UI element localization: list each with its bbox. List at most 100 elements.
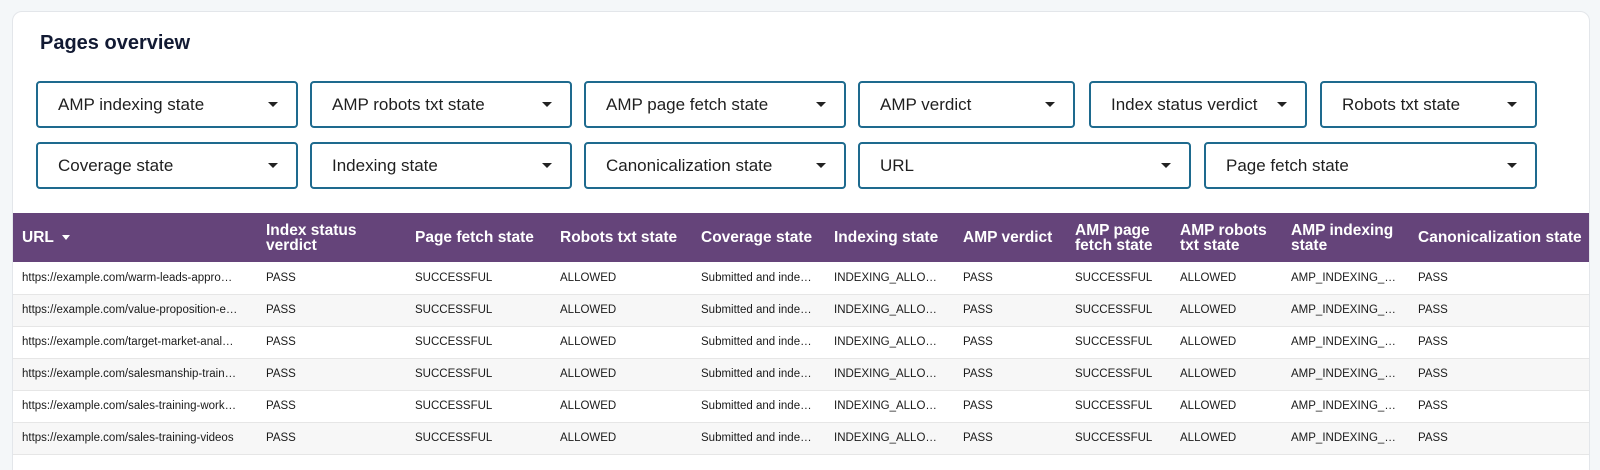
cell-index-status-verdict: PASS <box>257 422 406 455</box>
cell-page-fetch-state: SUCCESSFUL <box>406 326 551 359</box>
filter-indexing-state[interactable]: Indexing state <box>310 142 572 189</box>
table-row[interactable]: https://example.com/sales-training-video… <box>13 422 1589 455</box>
column-header-amp-robots-txt-state[interactable]: AMP robots txt state <box>1171 213 1282 262</box>
table-row[interactable]: https://example.com/sales-training-work…… <box>13 390 1589 423</box>
cell-amp-robots-txt-state: ALLOWED <box>1171 422 1282 455</box>
filter-page-fetch-state[interactable]: Page fetch state <box>1204 142 1537 189</box>
cell-url[interactable]: https://example.com/salesmanship-train… <box>13 358 257 391</box>
filter-label: Coverage state <box>58 155 174 175</box>
cell-amp-robots-txt-state: ALLOWED <box>1171 326 1282 359</box>
column-header-amp-page-fetch-state[interactable]: AMP page fetch state <box>1066 213 1171 262</box>
column-header-label: URL <box>22 229 54 246</box>
cell-amp-robots-txt-state: ALLOWED <box>1171 390 1282 423</box>
chevron-down-icon <box>1045 102 1055 107</box>
page-title: Pages overview <box>40 32 191 54</box>
filter-label: Robots txt state <box>1342 94 1461 114</box>
filter-label: Canonicalization state <box>606 155 773 175</box>
cell-canonicalization-state: PASS <box>1409 262 1589 295</box>
cell-indexing-state: INDEXING_ALLOW… <box>825 294 954 327</box>
chevron-down-icon <box>542 102 552 107</box>
cell-robots-txt-state: ALLOWED <box>551 294 692 327</box>
filter-canonicalization-state[interactable]: Canonicalization state <box>584 142 846 189</box>
column-header-indexing-state[interactable]: Indexing state <box>825 213 954 262</box>
column-header-robots-txt-state[interactable]: Robots txt state <box>551 213 692 262</box>
cell-indexing-state: INDEXING_ALLOW… <box>825 262 954 295</box>
cell-page-fetch-state: SUCCESSFUL <box>406 294 551 327</box>
cell-amp-robots-txt-state: ALLOWED <box>1171 262 1282 295</box>
filter-label: AMP page fetch state <box>606 94 769 114</box>
filter-amp-indexing-state[interactable]: AMP indexing state <box>36 81 298 128</box>
column-header-index-status-verdict[interactable]: Index status verdict <box>257 213 406 262</box>
column-header-page-fetch-state[interactable]: Page fetch state <box>406 213 551 262</box>
cell-index-status-verdict: PASS <box>257 390 406 423</box>
filter-amp-robots-txt-state[interactable]: AMP robots txt state <box>310 81 572 128</box>
cell-canonicalization-state: PASS <box>1409 390 1589 423</box>
cell-url[interactable]: https://example.com/warm-leads-appro… <box>13 262 257 295</box>
cell-page-fetch-state: SUCCESSFUL <box>406 390 551 423</box>
cell-amp-verdict: PASS <box>954 326 1066 359</box>
chevron-down-icon <box>816 163 826 168</box>
cell-coverage-state: Submitted and inde… <box>692 326 825 359</box>
filter-amp-verdict[interactable]: AMP verdict <box>858 81 1075 128</box>
cell-page-fetch-state: SUCCESSFUL <box>406 422 551 455</box>
table-row[interactable]: https://example.com/salesmanship-train… P… <box>13 358 1589 391</box>
cell-robots-txt-state: ALLOWED <box>551 262 692 295</box>
cell-coverage-state: Submitted and inde… <box>692 358 825 391</box>
cell-amp-indexing-state: AMP_INDEXING_A… <box>1282 262 1409 295</box>
chevron-down-icon <box>1507 102 1517 107</box>
cell-amp-page-fetch-state: SUCCESSFUL <box>1066 422 1171 455</box>
cell-robots-txt-state: ALLOWED <box>551 358 692 391</box>
cell-indexing-state: INDEXING_ALLOW… <box>825 390 954 423</box>
chevron-down-icon <box>1507 163 1517 168</box>
column-header-amp-verdict[interactable]: AMP verdict <box>954 213 1066 262</box>
table-row[interactable]: https://example.com/warm-leads-appro… PAS… <box>13 262 1589 295</box>
chevron-down-icon <box>542 163 552 168</box>
cell-url[interactable]: https://example.com/value-proposition-e… <box>13 294 257 327</box>
chevron-down-icon <box>1277 102 1287 107</box>
column-header-url[interactable]: URL <box>13 213 257 262</box>
filter-label: AMP verdict <box>880 94 972 114</box>
column-header-amp-indexing-state[interactable]: AMP indexing state <box>1282 213 1409 262</box>
column-header-coverage-state[interactable]: Coverage state <box>692 213 825 262</box>
sort-descending-icon[interactable] <box>61 235 70 241</box>
filter-url[interactable]: URL <box>858 142 1191 189</box>
table-header-row: URL Index status verdict Page fetch stat… <box>13 213 1589 262</box>
cell-amp-page-fetch-state: SUCCESSFUL <box>1066 390 1171 423</box>
cell-index-status-verdict: PASS <box>257 326 406 359</box>
filter-label: URL <box>880 155 915 175</box>
pages-overview-card: Pages overview AMP indexing state AMP ro… <box>12 11 1590 470</box>
cell-amp-indexing-state: AMP_INDEXING_A… <box>1282 358 1409 391</box>
table-row[interactable]: https://example.com/target-market-anal… P… <box>13 326 1589 359</box>
table-row[interactable]: https://example.com/value-proposition-e…… <box>13 294 1589 327</box>
cell-robots-txt-state: ALLOWED <box>551 390 692 423</box>
cell-canonicalization-state: PASS <box>1409 358 1589 391</box>
cell-canonicalization-state: PASS <box>1409 294 1589 327</box>
filter-label: Indexing state <box>332 155 438 175</box>
chevron-down-icon <box>268 163 278 168</box>
cell-canonicalization-state: PASS <box>1409 422 1589 455</box>
filter-label: AMP robots txt state <box>332 94 485 114</box>
cell-amp-verdict: PASS <box>954 422 1066 455</box>
column-header-canonicalization-state[interactable]: Canonicalization state <box>1409 213 1589 262</box>
cell-robots-txt-state: ALLOWED <box>551 422 692 455</box>
cell-robots-txt-state: ALLOWED <box>551 326 692 359</box>
cell-index-status-verdict: PASS <box>257 294 406 327</box>
filter-robots-txt-state[interactable]: Robots txt state <box>1320 81 1537 128</box>
cell-indexing-state: INDEXING_ALLOW… <box>825 422 954 455</box>
cell-index-status-verdict: PASS <box>257 358 406 391</box>
cell-amp-verdict: PASS <box>954 262 1066 295</box>
cell-amp-verdict: PASS <box>954 390 1066 423</box>
filter-index-status-verdict[interactable]: Index status verdict <box>1089 81 1307 128</box>
cell-url[interactable]: https://example.com/sales-training-work… <box>13 390 257 423</box>
cell-url[interactable]: https://example.com/target-market-anal… <box>13 326 257 359</box>
filter-amp-page-fetch-state[interactable]: AMP page fetch state <box>584 81 846 128</box>
cell-index-status-verdict: PASS <box>257 262 406 295</box>
cell-url[interactable]: https://example.com/sales-training-video… <box>13 422 257 455</box>
cell-amp-verdict: PASS <box>954 358 1066 391</box>
cell-amp-robots-txt-state: ALLOWED <box>1171 358 1282 391</box>
cell-amp-page-fetch-state: SUCCESSFUL <box>1066 294 1171 327</box>
filter-coverage-state[interactable]: Coverage state <box>36 142 298 189</box>
pages-table: URL Index status verdict Page fetch stat… <box>13 213 1589 455</box>
chevron-down-icon <box>1161 163 1171 168</box>
cell-page-fetch-state: SUCCESSFUL <box>406 358 551 391</box>
